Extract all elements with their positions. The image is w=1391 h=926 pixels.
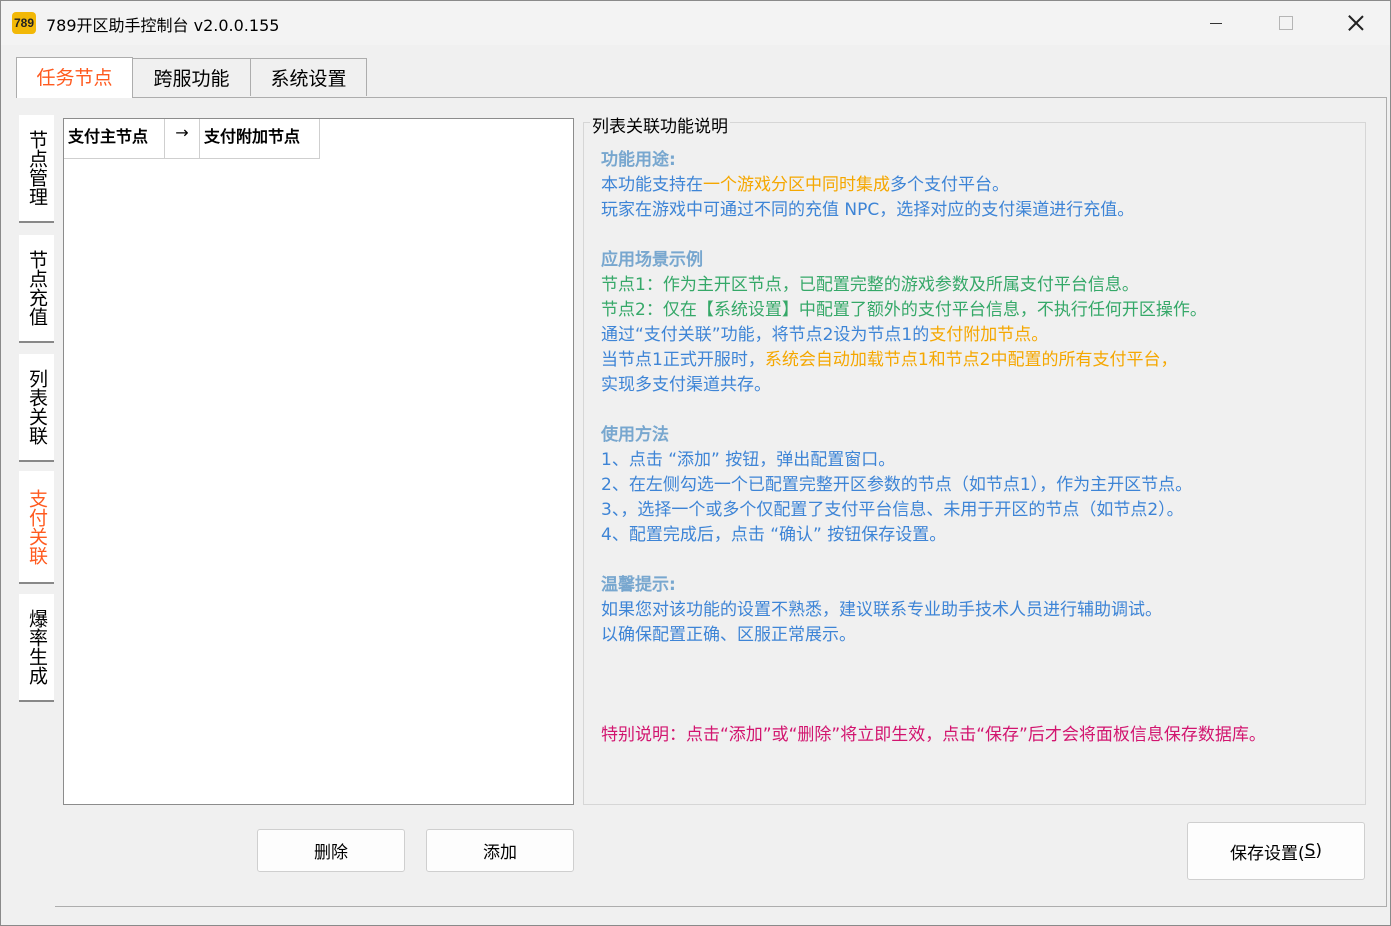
side-tab-list-link[interactable]: 列表关联 xyxy=(19,354,54,462)
tab-cross-server[interactable]: 跨服功能 xyxy=(132,58,251,96)
window-title: 789开区助手控制台 v2.0.0.155 xyxy=(46,16,280,35)
scene-line: 当节点1正式开服时，系统会自动加载节点1和节点2中配置的所有支付平台， xyxy=(601,348,1207,373)
side-tab-node-recharge[interactable]: 节点充值 xyxy=(19,235,54,343)
text-span: 一个游戏分区中同时集成 xyxy=(703,175,890,195)
scene-line: 实现多支付渠道共存。 xyxy=(601,375,771,395)
text-span: 多个支付平台。 xyxy=(890,175,1009,195)
info-groupbox-legend: 列表关联功能说明 xyxy=(590,112,730,137)
scene-line: 节点2：仅在【系统设置】中配置了额外的支付平台信息，不执行任何开区操作。 xyxy=(601,300,1207,320)
save-label-end: ) xyxy=(1315,841,1323,861)
tip-line: 如果您对该功能的设置不熟悉，建议联系专业助手技术人员进行辅助调试。 xyxy=(601,600,1162,620)
text-span: 特别说明：点击“添加”或“删除”将立即生效， xyxy=(601,725,943,745)
column-header-arrow[interactable]: → xyxy=(165,119,200,159)
text-span: 支付附加节点。 xyxy=(929,325,1049,345)
text-span: 系统会自动加载节点1和节点2中配置的所有支付平台， xyxy=(764,350,1178,370)
close-button[interactable] xyxy=(1321,1,1391,45)
usage-heading: 使用方法 xyxy=(601,425,669,445)
minimize-icon xyxy=(1210,22,1222,24)
usage-line: 3、，选择一个或多个仅配置了支付平台信息、未用于开区的节点（如节点2）。 xyxy=(601,500,1184,520)
title-bar: 789 789开区助手控制台 v2.0.0.155 xyxy=(1,1,1390,45)
close-icon xyxy=(1348,15,1364,31)
tab-task-nodes[interactable]: 任务节点 xyxy=(16,57,133,98)
usage-line: 4、配置完成后，点击 “确认” 按钮保存设置。 xyxy=(601,525,947,545)
purpose-line: 本功能支持在一个游戏分区中同时集成多个支付平台。 xyxy=(601,173,1207,198)
text-span: 当节点1正式开服时， xyxy=(601,350,765,370)
text-span: 通过“支付关联”功能，将节点2设为节点1的 xyxy=(601,325,930,345)
side-tab-payment-link[interactable]: 支付关联 xyxy=(19,471,54,584)
scene-heading: 应用场景示例 xyxy=(601,250,703,270)
column-header-main-node[interactable]: 支付主节点 xyxy=(64,119,165,159)
text-span: 点击“保存”后才会将面板信息保存数据库。 xyxy=(942,725,1266,745)
scene-line: 节点1：作为主开区节点，已配置完整的游戏参数及所属支付平台信息。 xyxy=(601,275,1139,295)
maximize-icon xyxy=(1279,16,1293,30)
save-label: 保存设置( xyxy=(1229,843,1305,864)
side-tab-node-management[interactable]: 节点管理 xyxy=(19,115,54,223)
tip-heading: 温馨提示: xyxy=(601,575,676,595)
minimize-button[interactable] xyxy=(1181,1,1251,45)
purpose-line: 玩家在游戏中可通过不同的充值 NPC，选择对应的支付渠道进行充值。 xyxy=(601,200,1135,220)
info-text: 功能用途: 本功能支持在一个游戏分区中同时集成多个支付平台。 玩家在游戏中可通过… xyxy=(601,148,1207,648)
list-header: 支付主节点 → 支付附加节点 xyxy=(64,119,320,159)
column-header-extra-node[interactable]: 支付附加节点 xyxy=(200,119,320,159)
delete-button[interactable]: 删除 xyxy=(257,829,405,872)
usage-line: 1、点击 “添加” 按钮，弹出配置窗口。 xyxy=(601,450,896,470)
special-note: 特别说明：点击“添加”或“删除”将立即生效，点击“保存”后才会将面板信息保存数据… xyxy=(601,723,1266,748)
side-tab-drop-rate[interactable]: 爆率生成 xyxy=(19,594,54,702)
app-logo-icon: 789 xyxy=(12,12,36,34)
save-shortcut-key: S xyxy=(1304,841,1316,861)
maximize-button[interactable] xyxy=(1251,1,1321,45)
purpose-heading: 功能用途: xyxy=(601,150,676,170)
usage-line: 2、在左侧勾选一个已配置完整开区参数的节点（如节点1），作为主开区节点。 xyxy=(601,475,1193,495)
payment-link-list[interactable]: 支付主节点 → 支付附加节点 xyxy=(63,118,574,805)
tab-system-settings[interactable]: 系统设置 xyxy=(250,58,367,96)
save-settings-button[interactable]: 保存设置(S) xyxy=(1187,822,1365,880)
add-button[interactable]: 添加 xyxy=(426,829,574,872)
tip-line: 以确保配置正确、区服正常展示。 xyxy=(601,625,856,645)
scene-line: 通过“支付关联”功能，将节点2设为节点1的支付附加节点。 xyxy=(601,323,1207,348)
text-span: 本功能支持在 xyxy=(601,175,703,195)
